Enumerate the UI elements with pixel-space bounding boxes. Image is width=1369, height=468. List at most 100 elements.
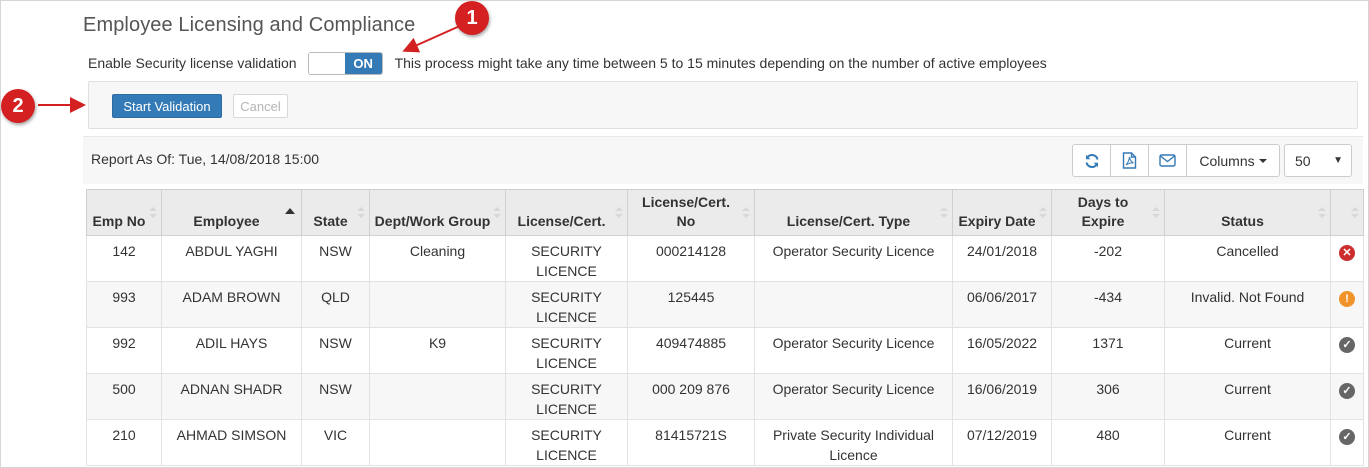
cell-status: Current: [1164, 373, 1331, 420]
cell-license-type: Operator Security Licence: [754, 327, 953, 374]
col-header-dept[interactable]: Dept/Work Group: [369, 189, 506, 236]
cell-employee: ADIL HAYS: [161, 327, 302, 374]
cell-status: Invalid. Not Found: [1164, 281, 1331, 328]
sort-icon: [1039, 207, 1047, 219]
cell-license: SECURITY LICENCE: [505, 327, 628, 374]
report-toolbar: Report As Of: Tue, 14/08/2018 15:00 Colu…: [83, 136, 1363, 184]
license-table: Emp No Employee State Dept/Work Group Li…: [86, 189, 1364, 466]
cell-days: 306: [1051, 373, 1165, 420]
header-label: Employee: [193, 213, 260, 229]
col-header-status[interactable]: Status: [1164, 189, 1331, 236]
check-icon: ✓: [1339, 383, 1355, 399]
cell-employee: ABDUL YAGHI: [161, 235, 302, 282]
col-header-employee[interactable]: Employee: [161, 189, 302, 236]
col-header-license-type[interactable]: License/Cert. Type: [754, 189, 953, 236]
cell-license-no: 409474885: [627, 327, 755, 374]
col-header-expiry[interactable]: Expiry Date: [952, 189, 1052, 236]
cell-license-no: 000 209 876: [627, 373, 755, 420]
toggle-off-part: [308, 52, 345, 74]
col-header-state[interactable]: State: [301, 189, 370, 236]
cell-license-type: [754, 281, 953, 328]
cell-days: -434: [1051, 281, 1165, 328]
table-row[interactable]: 992 ADIL HAYS NSW K9 SECURITY LICENCE 4094748…: [86, 327, 1364, 374]
header-label: License/Cert. No: [642, 194, 730, 229]
sort-icon: [1351, 207, 1359, 219]
cancel-button[interactable]: Cancel: [233, 94, 288, 118]
table-toolbar: Columns 50 ▼: [1072, 144, 1352, 177]
cell-status: Current: [1164, 327, 1331, 374]
cell-emp-no: 210: [86, 419, 162, 466]
refresh-icon: [1085, 153, 1098, 168]
cell-days: 480: [1051, 419, 1165, 466]
report-as-of: Report As Of: Tue, 14/08/2018 15:00: [91, 151, 320, 167]
warning-icon: !: [1339, 291, 1355, 307]
sort-ascending-icon: [285, 208, 295, 214]
caret-down-icon: [1258, 158, 1267, 163]
validation-duration-note: This process might take any time between…: [394, 55, 1047, 71]
security-validation-row: Enable Security license validation ON Th…: [88, 51, 1047, 75]
check-icon: ✓: [1339, 337, 1355, 353]
cell-license-no: 125445: [627, 281, 755, 328]
cell-employee: AHMAD SIMSON: [161, 419, 302, 466]
cell-employee: ADAM BROWN: [161, 281, 302, 328]
toggle-label: Enable Security license validation: [88, 55, 297, 71]
columns-dropdown-button[interactable]: Columns: [1186, 144, 1280, 177]
table-row[interactable]: 210 AHMAD SIMSON VIC SECURITY LICENCE 814157…: [86, 419, 1364, 466]
cell-license-no: 000214128: [627, 235, 755, 282]
cell-employee: ADNAN SHADR: [161, 373, 302, 420]
cell-state: NSW: [301, 327, 370, 374]
cell-license-no: 81415721S: [627, 419, 755, 466]
security-validation-toggle[interactable]: ON: [307, 51, 383, 75]
header-label: Emp No: [92, 213, 146, 229]
cell-expiry: 07/12/2019: [952, 419, 1052, 466]
cell-dept: K9: [369, 327, 506, 374]
sort-icon: [357, 207, 365, 219]
cell-dept: [369, 373, 506, 420]
refresh-button[interactable]: [1072, 144, 1111, 177]
sort-icon: [940, 207, 948, 219]
start-validation-button[interactable]: Start Validation: [112, 94, 222, 118]
cell-expiry: 16/05/2022: [952, 327, 1052, 374]
header-label: Status: [1221, 213, 1264, 229]
col-header-emp-no[interactable]: Emp No: [86, 189, 162, 236]
header-label: Days to Expire: [1077, 194, 1129, 229]
email-button[interactable]: [1148, 144, 1187, 177]
col-header-license[interactable]: License/Cert.: [505, 189, 628, 236]
cell-state: VIC: [301, 419, 370, 466]
cell-license-type: Private Security Individual Licence: [754, 419, 953, 466]
table-row[interactable]: 500 ADNAN SHADR NSW SECURITY LICENCE 000 209…: [86, 373, 1364, 420]
header-label: License/Cert. Type: [786, 213, 911, 229]
col-header-license-no[interactable]: License/Cert. No: [627, 189, 755, 236]
table-row[interactable]: 993 ADAM BROWN QLD SECURITY LICENCE 125445 06…: [86, 281, 1364, 328]
sort-icon: [1318, 207, 1326, 219]
page-title: Employee Licensing and Compliance: [83, 14, 416, 36]
toggle-on-label: ON: [344, 52, 382, 74]
cell-license: SECURITY LICENCE: [505, 281, 628, 328]
pdf-export-button[interactable]: [1110, 144, 1149, 177]
sort-icon: [615, 207, 623, 219]
cell-status-icon: ✕: [1330, 235, 1364, 282]
validation-panel: Start Validation Cancel: [88, 81, 1358, 129]
page-size-select[interactable]: 50 ▼: [1284, 144, 1352, 177]
columns-label: Columns: [1199, 152, 1255, 169]
pdf-file-icon: [1122, 152, 1137, 169]
cell-state: NSW: [301, 235, 370, 282]
cell-expiry: 24/01/2018: [952, 235, 1052, 282]
cell-license: SECURITY LICENCE: [505, 235, 628, 282]
cancel-icon: ✕: [1339, 245, 1355, 261]
page-size-value: 50: [1295, 152, 1311, 169]
cell-dept: [369, 281, 506, 328]
col-header-days[interactable]: Days to Expire: [1051, 189, 1165, 236]
cell-status: Cancelled: [1164, 235, 1331, 282]
check-icon: ✓: [1339, 429, 1355, 445]
sort-icon: [149, 207, 157, 219]
cell-status: Current: [1164, 419, 1331, 466]
sort-icon: [493, 207, 501, 219]
header-label: Dept/Work Group: [374, 213, 491, 229]
cell-license: SECURITY LICENCE: [505, 419, 628, 466]
cell-status-icon: ✓: [1330, 419, 1364, 466]
col-header-status-icon[interactable]: [1330, 189, 1364, 236]
table-row[interactable]: 142 ABDUL YAGHI NSW Cleaning SECURITY LICENC…: [86, 235, 1364, 282]
select-arrow-icon: ▼: [1333, 155, 1343, 166]
cell-license-type: Operator Security Licence: [754, 235, 953, 282]
